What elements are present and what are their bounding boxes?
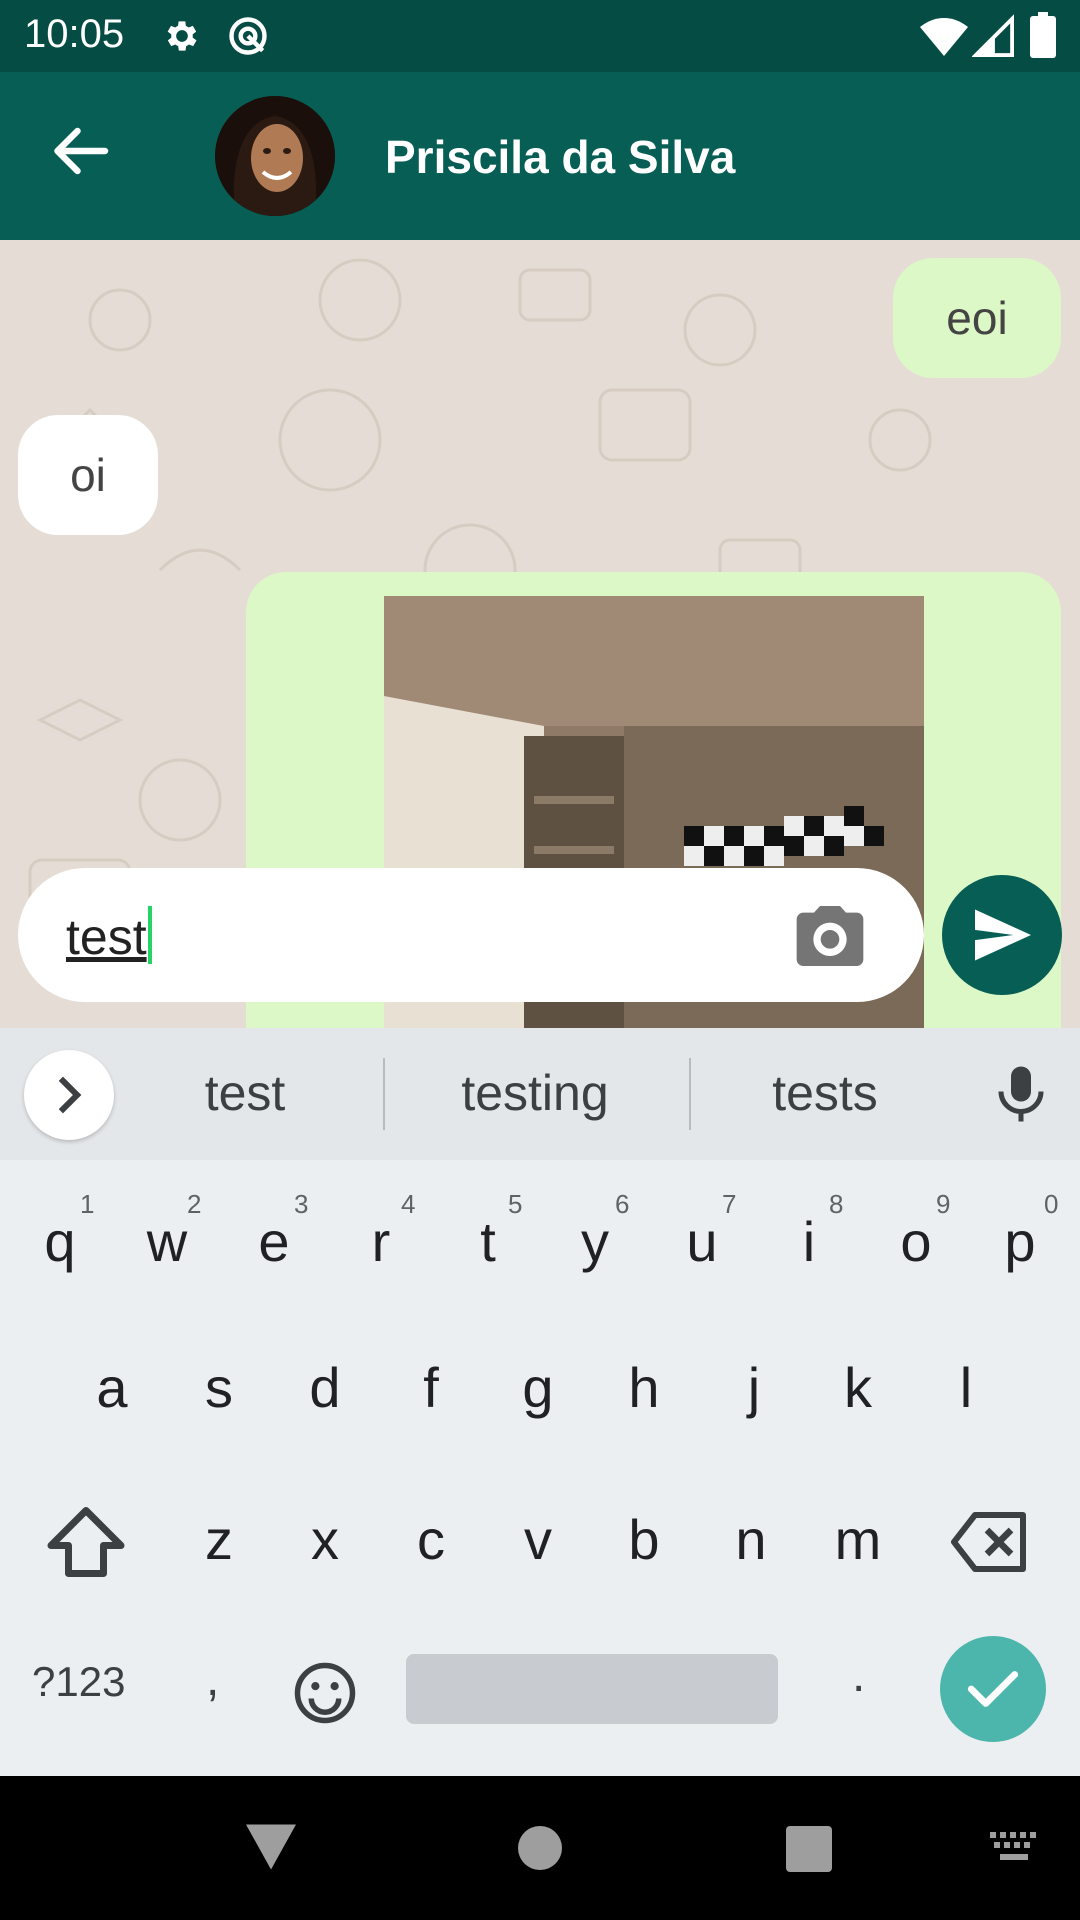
shift-key[interactable] (44, 1506, 128, 1583)
message-bubble-incoming[interactable]: oi (18, 415, 158, 535)
key-w[interactable]: w2 (113, 1182, 221, 1302)
camera-icon[interactable] (790, 896, 870, 976)
key-i[interactable]: i8 (755, 1182, 863, 1302)
microphone-icon[interactable] (996, 1064, 1046, 1129)
message-input-container[interactable]: test (18, 868, 924, 1002)
send-icon (975, 909, 1031, 961)
message-text: eoi (946, 292, 1008, 344)
key-o[interactable]: o9 (862, 1182, 970, 1302)
chat-header: Priscila da Silva (0, 72, 1080, 240)
expand-toolbar-button[interactable] (24, 1050, 114, 1140)
key-v[interactable]: v (484, 1480, 592, 1600)
key-c[interactable]: c (377, 1480, 485, 1600)
status-time: 10:05 (24, 12, 125, 56)
key-j[interactable]: j (700, 1328, 808, 1448)
send-button[interactable] (942, 875, 1062, 995)
assistant-icon (226, 14, 270, 63)
contact-name[interactable]: Priscila da Silva (385, 130, 735, 184)
key-s[interactable]: s (165, 1328, 273, 1448)
symbols-key[interactable]: ?123 (32, 1658, 125, 1706)
suggestion-strip: test testing tests (0, 1028, 1080, 1160)
key-b[interactable]: b (590, 1480, 698, 1600)
nav-recents-icon[interactable] (786, 1826, 832, 1872)
space-key[interactable] (406, 1654, 778, 1724)
keyboard: test testing tests q1 w2 e3 r4 t5 y6 u7 … (0, 1028, 1080, 1776)
suggestion-1[interactable]: test (140, 1064, 350, 1122)
suggestion-divider (689, 1058, 691, 1130)
suggestion-2[interactable]: testing (400, 1064, 670, 1122)
message-input[interactable]: test (66, 906, 152, 966)
backspace-key[interactable] (950, 1512, 1030, 1577)
key-h[interactable]: h (590, 1328, 698, 1448)
key-l[interactable]: l (912, 1328, 1020, 1448)
key-d[interactable]: d (271, 1328, 379, 1448)
enter-key[interactable] (940, 1636, 1046, 1742)
emoji-icon[interactable] (292, 1660, 358, 1731)
nav-home-icon[interactable] (518, 1826, 562, 1870)
text-cursor (147, 906, 152, 964)
comma-key[interactable]: , (206, 1652, 219, 1707)
message-text: oi (70, 449, 106, 501)
key-g[interactable]: g (484, 1328, 592, 1448)
period-key[interactable]: . (852, 1648, 865, 1703)
key-a[interactable]: a (58, 1328, 166, 1448)
shift-icon (47, 1507, 125, 1577)
avatar[interactable] (215, 96, 335, 216)
key-n[interactable]: n (697, 1480, 805, 1600)
suggestion-3[interactable]: tests (712, 1064, 938, 1122)
gear-icon (162, 16, 202, 61)
battery-icon (1030, 12, 1056, 63)
key-e[interactable]: e3 (220, 1182, 328, 1302)
key-t[interactable]: t5 (434, 1182, 542, 1302)
key-f[interactable]: f (377, 1328, 485, 1448)
key-x[interactable]: x (271, 1480, 379, 1600)
key-q[interactable]: q1 (6, 1182, 114, 1302)
keyboard-switch-icon[interactable] (990, 1832, 1038, 1867)
checkmark-icon (967, 1671, 1019, 1707)
chevron-right-icon (58, 1076, 82, 1114)
backspace-icon (951, 1512, 1026, 1572)
wifi-icon (920, 14, 968, 63)
suggestion-divider (383, 1058, 385, 1130)
system-nav-bar (0, 1776, 1080, 1920)
status-bar: 10:05 (0, 0, 1080, 72)
back-arrow-icon[interactable] (50, 126, 120, 186)
key-z[interactable]: z (165, 1480, 273, 1600)
key-p[interactable]: p0 (966, 1182, 1074, 1302)
message-bubble-outgoing[interactable]: eoi (893, 258, 1061, 378)
key-k[interactable]: k (804, 1328, 912, 1448)
key-r[interactable]: r4 (327, 1182, 435, 1302)
key-y[interactable]: y6 (541, 1182, 649, 1302)
key-u[interactable]: u7 (648, 1182, 756, 1302)
key-m[interactable]: m (804, 1480, 912, 1600)
nav-back-icon[interactable] (246, 1824, 296, 1875)
signal-icon (971, 14, 1014, 63)
